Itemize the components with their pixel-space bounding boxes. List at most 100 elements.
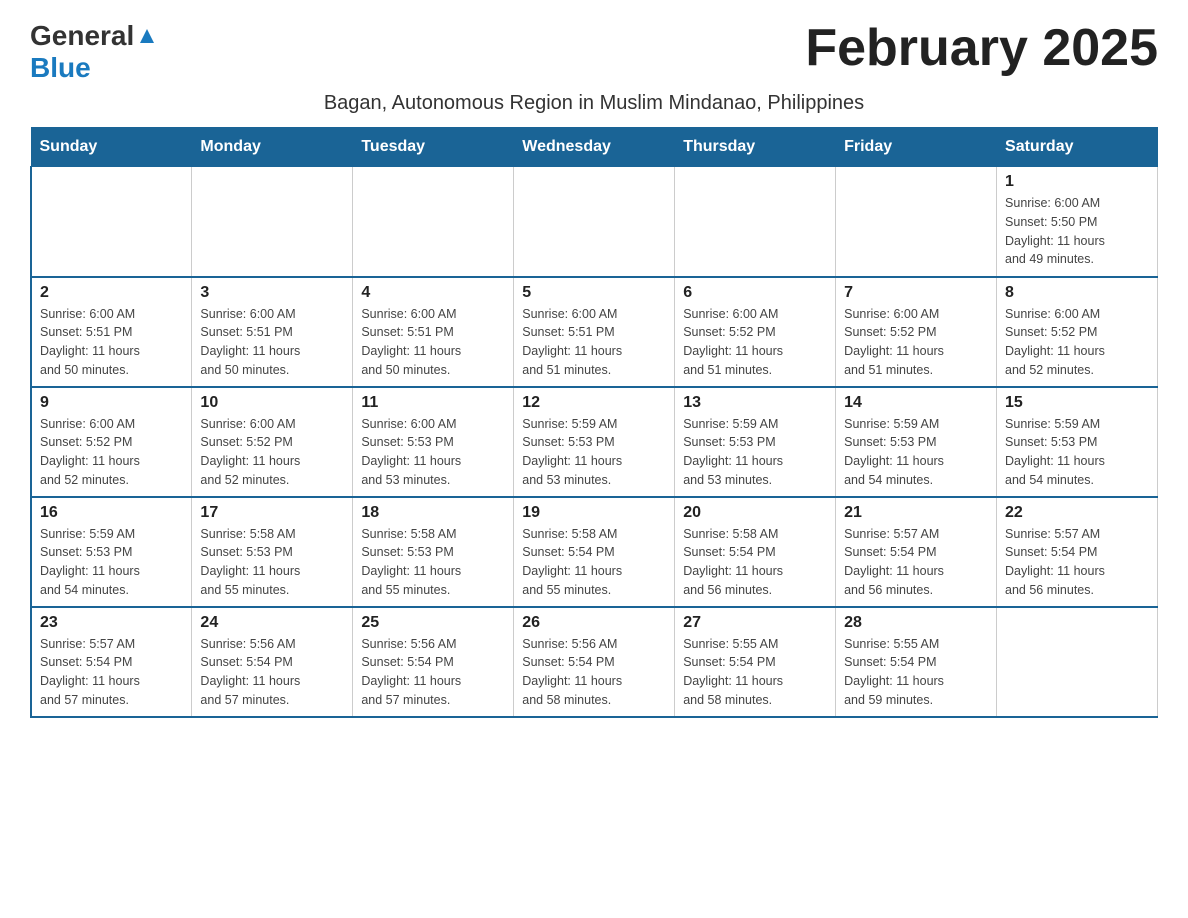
day-number: 3 [200, 284, 344, 302]
day-of-week-header: Sunday [31, 128, 192, 167]
calendar-day-cell: 7 Sunrise: 6:00 AM Sunset: 5:52 PM Daylig… [836, 277, 997, 387]
day-number: 5 [522, 284, 666, 302]
day-info: Sunrise: 6:00 AM Sunset: 5:52 PM Dayligh… [844, 305, 988, 380]
calendar-day-cell: 15 Sunrise: 5:59 AM Sunset: 5:53 PM Dayli… [997, 387, 1158, 497]
day-number: 2 [40, 284, 183, 302]
calendar-day-cell: 5 Sunrise: 6:00 AM Sunset: 5:51 PM Daylig… [514, 277, 675, 387]
day-info: Sunrise: 6:00 AM Sunset: 5:52 PM Dayligh… [683, 305, 827, 380]
day-of-week-header: Monday [192, 128, 353, 167]
day-info: Sunrise: 5:57 AM Sunset: 5:54 PM Dayligh… [40, 635, 183, 710]
day-number: 20 [683, 504, 827, 522]
day-info: Sunrise: 5:58 AM Sunset: 5:53 PM Dayligh… [361, 525, 505, 600]
calendar-day-cell: 22 Sunrise: 5:57 AM Sunset: 5:54 PM Dayli… [997, 497, 1158, 607]
day-info: Sunrise: 5:56 AM Sunset: 5:54 PM Dayligh… [200, 635, 344, 710]
day-number: 28 [844, 614, 988, 632]
day-number: 8 [1005, 284, 1149, 302]
day-number: 24 [200, 614, 344, 632]
day-info: Sunrise: 5:59 AM Sunset: 5:53 PM Dayligh… [683, 415, 827, 490]
calendar-day-cell: 26 Sunrise: 5:56 AM Sunset: 5:54 PM Dayli… [514, 607, 675, 717]
calendar-week-row: 9 Sunrise: 6:00 AM Sunset: 5:52 PM Daylig… [31, 387, 1158, 497]
calendar-day-cell: 9 Sunrise: 6:00 AM Sunset: 5:52 PM Daylig… [31, 387, 192, 497]
calendar-day-cell: 10Sunrise: 6:00 AM Sunset: 5:52 PM Dayli… [192, 387, 353, 497]
day-info: Sunrise: 5:57 AM Sunset: 5:54 PM Dayligh… [1005, 525, 1149, 600]
day-number: 6 [683, 284, 827, 302]
month-title: February 2025 [805, 20, 1158, 77]
day-number: 14 [844, 394, 988, 412]
logo-blue-text: Blue [30, 52, 91, 83]
day-info: Sunrise: 5:58 AM Sunset: 5:54 PM Dayligh… [683, 525, 827, 600]
day-number: 9 [40, 394, 183, 412]
day-of-week-header: Friday [836, 128, 997, 167]
calendar-day-cell: 18 Sunrise: 5:58 AM Sunset: 5:53 PM Dayli… [353, 497, 514, 607]
calendar-day-cell: 2 Sunrise: 6:00 AM Sunset: 5:51 PM Daylig… [31, 277, 192, 387]
day-info: Sunrise: 6:00 AM Sunset: 5:52 PM Dayligh… [1005, 305, 1149, 380]
day-info: Sunrise: 5:59 AM Sunset: 5:53 PM Dayligh… [1005, 415, 1149, 490]
calendar-day-cell [997, 607, 1158, 717]
day-number: 18 [361, 504, 505, 522]
calendar-day-cell: 17 Sunrise: 5:58 AM Sunset: 5:53 PM Dayli… [192, 497, 353, 607]
calendar-day-cell: 14 Sunrise: 5:59 AM Sunset: 5:53 PM Dayli… [836, 387, 997, 497]
calendar-day-cell: 3 Sunrise: 6:00 AM Sunset: 5:51 PM Daylig… [192, 277, 353, 387]
calendar-day-cell: 4 Sunrise: 6:00 AM Sunset: 5:51 PM Daylig… [353, 277, 514, 387]
calendar-day-cell: 28 Sunrise: 5:55 AM Sunset: 5:54 PM Dayli… [836, 607, 997, 717]
day-number: 23 [40, 614, 183, 632]
logo: General Blue [30, 20, 156, 84]
calendar-day-cell: 13 Sunrise: 5:59 AM Sunset: 5:53 PM Dayli… [675, 387, 836, 497]
logo-triangle-icon [138, 27, 156, 50]
day-info: Sunrise: 5:59 AM Sunset: 5:53 PM Dayligh… [522, 415, 666, 490]
day-number: 25 [361, 614, 505, 632]
calendar-day-cell [31, 167, 192, 277]
calendar-day-cell [836, 167, 997, 277]
day-number: 12 [522, 394, 666, 412]
day-number: 17 [200, 504, 344, 522]
day-info: Sunrise: 6:00 AM Sunset: 5:51 PM Dayligh… [200, 305, 344, 380]
day-number: 22 [1005, 504, 1149, 522]
day-info: Sunrise: 5:56 AM Sunset: 5:54 PM Dayligh… [522, 635, 666, 710]
day-number: 26 [522, 614, 666, 632]
day-info: Sunrise: 6:00 AM Sunset: 5:51 PM Dayligh… [361, 305, 505, 380]
day-info: Sunrise: 6:00 AM Sunset: 5:50 PM Dayligh… [1005, 194, 1149, 269]
calendar-day-cell: 23 Sunrise: 5:57 AM Sunset: 5:54 PM Dayli… [31, 607, 192, 717]
day-number: 7 [844, 284, 988, 302]
day-number: 11 [361, 394, 505, 412]
day-of-week-header: Wednesday [514, 128, 675, 167]
calendar-day-cell: 16 Sunrise: 5:59 AM Sunset: 5:53 PM Dayli… [31, 497, 192, 607]
calendar-day-cell: 12 Sunrise: 5:59 AM Sunset: 5:53 PM Dayli… [514, 387, 675, 497]
location-subtitle: Bagan, Autonomous Region in Muslim Minda… [30, 92, 1158, 115]
day-info: Sunrise: 5:56 AM Sunset: 5:54 PM Dayligh… [361, 635, 505, 710]
calendar-day-cell [353, 167, 514, 277]
calendar-header: SundayMondayTuesdayWednesdayThursdayFrid… [31, 128, 1158, 167]
day-info: Sunrise: 5:57 AM Sunset: 5:54 PM Dayligh… [844, 525, 988, 600]
day-number: 27 [683, 614, 827, 632]
logo-general-text: General [30, 20, 134, 52]
day-number: 21 [844, 504, 988, 522]
day-number: 10 [200, 394, 344, 412]
day-number: 16 [40, 504, 183, 522]
day-info: Sunrise: 6:00 AM Sunset: 5:52 PM Dayligh… [40, 415, 183, 490]
calendar-week-row: 2 Sunrise: 6:00 AM Sunset: 5:51 PM Daylig… [31, 277, 1158, 387]
calendar-day-cell: 27 Sunrise: 5:55 AM Sunset: 5:54 PM Dayli… [675, 607, 836, 717]
calendar-day-cell [192, 167, 353, 277]
day-number: 13 [683, 394, 827, 412]
day-info: Sunrise: 5:58 AM Sunset: 5:53 PM Dayligh… [200, 525, 344, 600]
day-info: Sunrise: 6:00 AM Sunset: 5:51 PM Dayligh… [522, 305, 666, 380]
day-info: Sunrise: 5:58 AM Sunset: 5:54 PM Dayligh… [522, 525, 666, 600]
day-info: Sunrise: 5:59 AM Sunset: 5:53 PM Dayligh… [844, 415, 988, 490]
day-number: 4 [361, 284, 505, 302]
day-of-week-header: Saturday [997, 128, 1158, 167]
calendar-day-cell [514, 167, 675, 277]
calendar-day-cell: 24 Sunrise: 5:56 AM Sunset: 5:54 PM Dayli… [192, 607, 353, 717]
day-info: Sunrise: 6:00 AM Sunset: 5:51 PM Dayligh… [40, 305, 183, 380]
calendar-week-row: 16 Sunrise: 5:59 AM Sunset: 5:53 PM Dayli… [31, 497, 1158, 607]
calendar-day-cell: 8 Sunrise: 6:00 AM Sunset: 5:52 PM Daylig… [997, 277, 1158, 387]
day-number: 1 [1005, 173, 1149, 191]
calendar-day-cell: 11Sunrise: 6:00 AM Sunset: 5:53 PM Dayli… [353, 387, 514, 497]
calendar-day-cell: 1 Sunrise: 6:00 AM Sunset: 5:50 PM Daylig… [997, 167, 1158, 277]
day-info: Sunrise: 5:59 AM Sunset: 5:53 PM Dayligh… [40, 525, 183, 600]
calendar-table: SundayMondayTuesdayWednesdayThursdayFrid… [30, 127, 1158, 718]
day-info: Sunrise: 5:55 AM Sunset: 5:54 PM Dayligh… [683, 635, 827, 710]
day-number: 15 [1005, 394, 1149, 412]
day-info: Sunrise: 5:55 AM Sunset: 5:54 PM Dayligh… [844, 635, 988, 710]
day-of-week-header: Tuesday [353, 128, 514, 167]
calendar-day-cell [675, 167, 836, 277]
